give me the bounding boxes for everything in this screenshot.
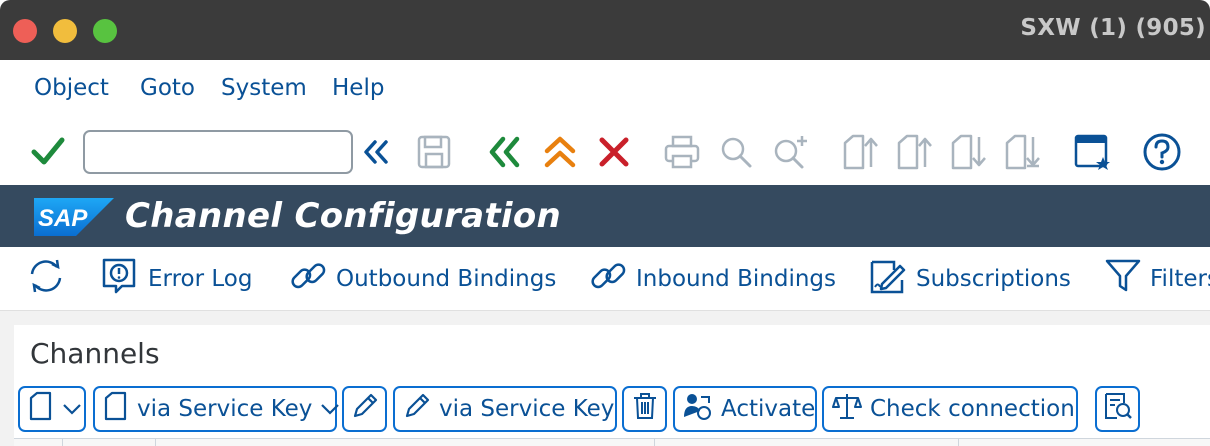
error-log-label: Error Log [148, 266, 253, 292]
edit-via-service-key-label: via Service Key [439, 396, 615, 422]
sap-logo: SAP [34, 198, 114, 240]
refresh-icon [26, 256, 66, 302]
column-separator [958, 438, 959, 446]
create-via-service-key-button[interactable]: via Service Key [93, 386, 340, 432]
page-header: SAP Channel Configuration [0, 185, 1210, 247]
next-page-icon[interactable] [948, 132, 988, 172]
outbound-bindings-button[interactable]: Outbound Bindings [288, 257, 556, 301]
standard-toolbar [0, 118, 1210, 185]
window-title: SXW (1) (905) [1020, 15, 1206, 41]
back-icon[interactable] [484, 132, 524, 172]
signature-icon [868, 256, 908, 302]
customize-layout-icon[interactable] [1072, 132, 1112, 172]
svg-text:SAP: SAP [38, 205, 88, 232]
outbound-bindings-label: Outbound Bindings [336, 266, 557, 292]
find-next-icon[interactable] [770, 132, 810, 172]
check-connection-button[interactable]: Check connection [822, 386, 1078, 432]
previous-page-icon[interactable] [894, 132, 934, 172]
print-icon[interactable] [662, 132, 702, 172]
menu-help[interactable]: Help [332, 75, 384, 101]
error-log-button[interactable]: Error Log [100, 257, 252, 301]
column-separator [654, 438, 655, 446]
column-separator [62, 438, 63, 446]
close-window-button[interactable] [13, 19, 37, 43]
activate-icon [683, 391, 713, 427]
filters-label: Filters [1150, 266, 1210, 292]
channels-title: Channels [30, 337, 160, 370]
checkmark-icon[interactable] [28, 132, 68, 172]
minimize-window-button[interactable] [53, 19, 77, 43]
pencil-icon [351, 392, 379, 426]
exit-icon[interactable] [540, 132, 580, 172]
link-icon [288, 256, 328, 302]
menu-bar: Object Goto System Help [0, 60, 1210, 118]
scales-icon [832, 391, 862, 427]
subscriptions-label: Subscriptions [916, 266, 1071, 292]
chevron-down-icon [320, 396, 340, 422]
edit-button[interactable] [342, 386, 387, 432]
channels-table-header [14, 438, 1210, 446]
delete-button[interactable] [622, 386, 667, 432]
help-icon[interactable] [1142, 132, 1182, 172]
activate-button[interactable]: Activate [673, 386, 817, 432]
document-icon [103, 391, 129, 427]
subscriptions-button[interactable]: Subscriptions [868, 257, 1071, 301]
edit-via-service-key-button[interactable]: via Service Key [393, 386, 617, 432]
menu-system[interactable]: System [221, 75, 307, 101]
refresh-button[interactable] [26, 257, 66, 301]
chevron-down-icon [62, 396, 82, 422]
save-icon[interactable] [414, 132, 454, 172]
document-search-icon [1103, 391, 1133, 427]
command-field[interactable] [83, 130, 353, 174]
first-page-icon[interactable] [840, 132, 880, 172]
link-icon [588, 256, 628, 302]
application-toolbar: Error Log Outbound Bindings Inbound Bind… [0, 247, 1210, 311]
inbound-bindings-button[interactable]: Inbound Bindings [588, 257, 836, 301]
column-separator [155, 438, 156, 446]
details-button[interactable] [1095, 386, 1140, 432]
menu-goto[interactable]: Goto [140, 75, 195, 101]
content-area: Channels via Service Key via Service Key… [0, 311, 1210, 446]
filters-button[interactable]: Filters [1104, 257, 1210, 301]
filter-icon [1104, 257, 1142, 301]
find-icon[interactable] [716, 132, 756, 172]
menu-object[interactable]: Object [34, 75, 109, 101]
double-chevron-left-icon[interactable] [356, 132, 396, 172]
activate-label: Activate [721, 396, 816, 422]
page-title: Channel Configuration [125, 196, 562, 236]
cancel-icon[interactable] [594, 132, 634, 172]
create-via-service-key-label: via Service Key [137, 396, 313, 422]
last-page-icon[interactable] [1002, 132, 1042, 172]
window-titlebar: SXW (1) (905) [0, 0, 1210, 60]
maximize-window-button[interactable] [93, 19, 117, 43]
create-dropdown-button[interactable] [18, 386, 86, 432]
check-connection-label: Check connection [870, 396, 1075, 422]
inbound-bindings-label: Inbound Bindings [636, 266, 836, 292]
pencil-icon [403, 392, 431, 426]
channels-panel: Channels via Service Key via Service Key… [14, 325, 1210, 446]
document-icon [28, 391, 54, 427]
trash-icon [631, 391, 659, 427]
error-log-icon [100, 256, 140, 302]
